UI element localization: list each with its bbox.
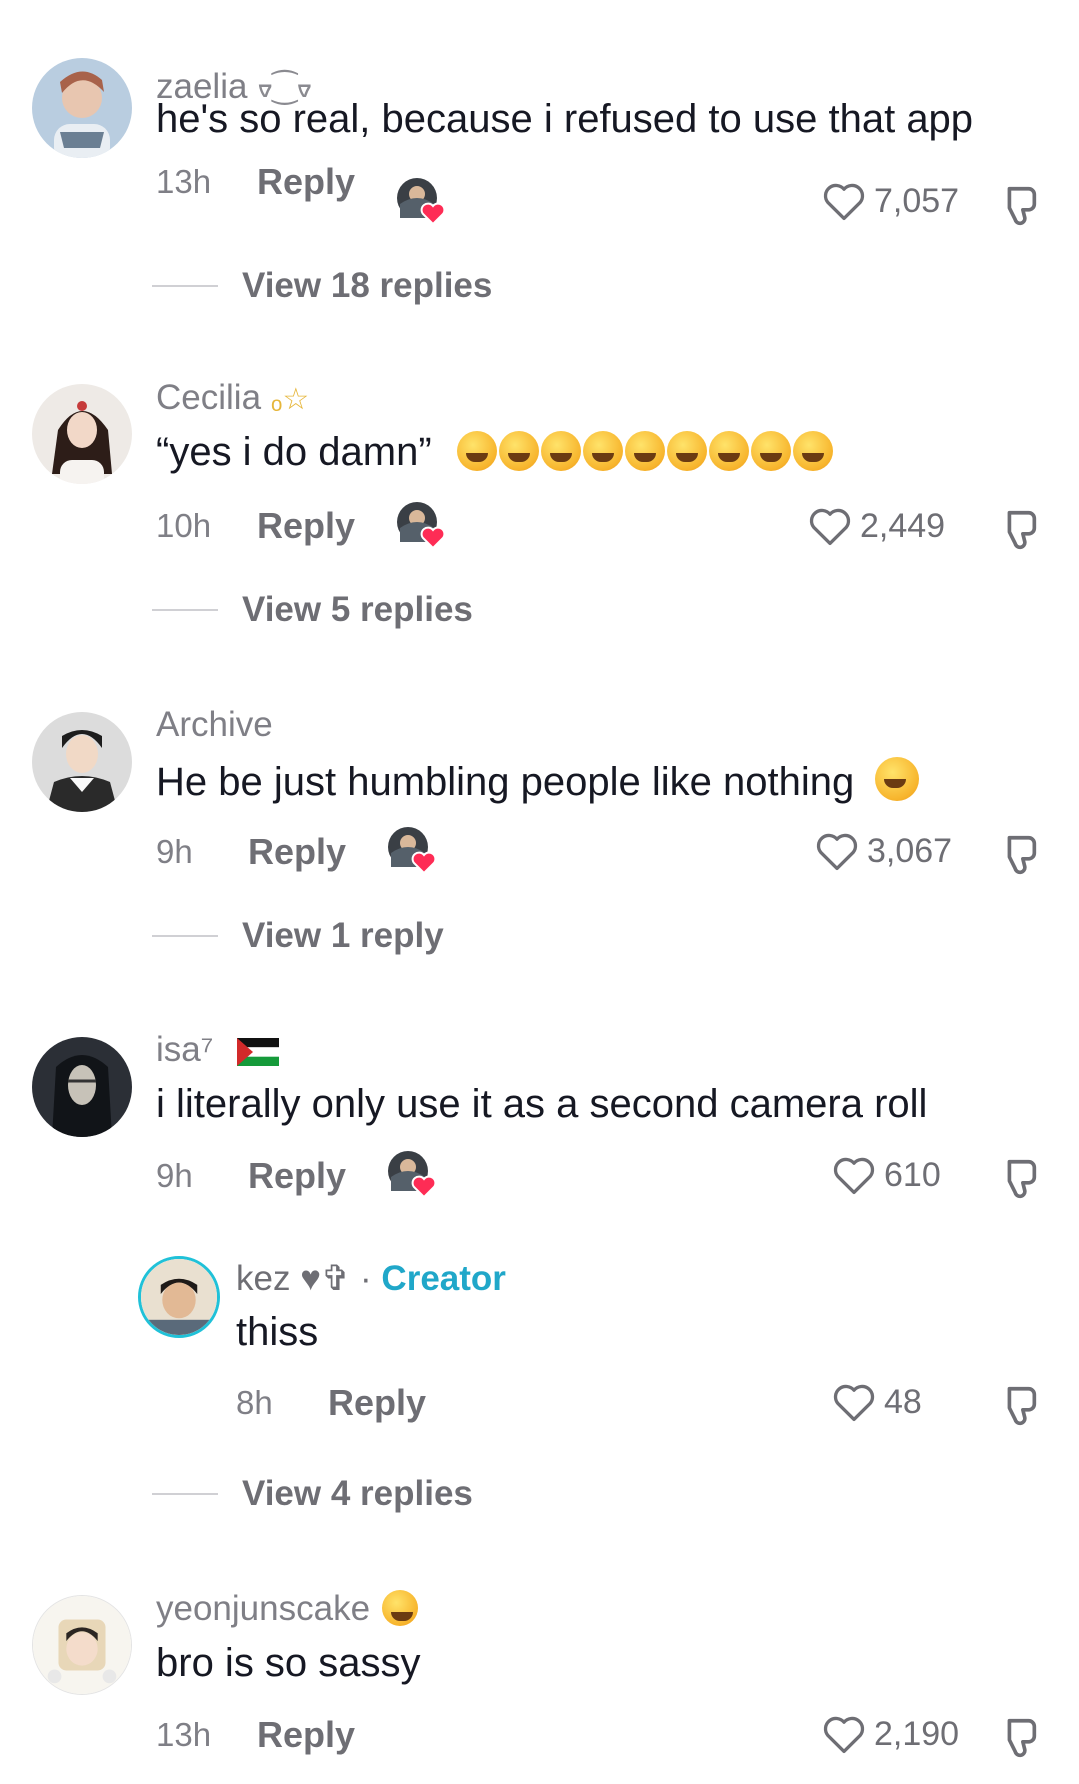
avatar[interactable] bbox=[32, 712, 132, 812]
creator-avatar[interactable] bbox=[138, 1256, 220, 1338]
view-replies-label[interactable]: View 18 replies bbox=[242, 266, 492, 306]
divider-line bbox=[152, 609, 218, 611]
creator-liked-icon bbox=[388, 827, 437, 875]
creator-badge: Creator bbox=[381, 1259, 506, 1298]
username[interactable]: yeonjunscake bbox=[156, 1589, 418, 1629]
dislike-icon[interactable] bbox=[996, 506, 1042, 554]
creator-username[interactable]: kez ♥✞ · Creator bbox=[236, 1259, 506, 1299]
like-count: 2,449 bbox=[860, 506, 946, 545]
comment-text-body: He be just humbling people like nothing bbox=[156, 760, 855, 804]
username-text[interactable]: Cecilia bbox=[156, 378, 261, 417]
like-count: 7,057 bbox=[874, 181, 960, 220]
like-count: 3,067 bbox=[867, 831, 953, 870]
like-count: 610 bbox=[884, 1155, 941, 1194]
username[interactable]: Archive bbox=[156, 705, 273, 745]
view-replies-button[interactable]: View 18 replies bbox=[152, 266, 492, 306]
heart-outline-icon[interactable] bbox=[822, 180, 866, 222]
username-text[interactable]: yeonjunscake bbox=[156, 1589, 370, 1628]
like-group[interactable]: 2,449 bbox=[808, 505, 945, 547]
like-group[interactable]: 7,057 bbox=[822, 180, 959, 222]
view-replies-button[interactable]: View 5 replies bbox=[152, 590, 473, 630]
view-replies-label[interactable]: View 1 reply bbox=[242, 916, 444, 956]
dislike-icon[interactable] bbox=[996, 1382, 1042, 1430]
comment-text: i literally only use it as a second came… bbox=[156, 1082, 928, 1126]
view-replies-button[interactable]: View 4 replies bbox=[152, 1474, 473, 1514]
avatar[interactable] bbox=[32, 1595, 132, 1695]
like-count: 2,190 bbox=[874, 1714, 960, 1753]
comment-time: 13h bbox=[156, 1716, 212, 1753]
view-replies-button[interactable]: View 1 reply bbox=[152, 916, 444, 956]
heart-outline-icon[interactable] bbox=[832, 1154, 876, 1196]
like-group[interactable]: 2,190 bbox=[822, 1713, 959, 1755]
divider-line bbox=[152, 285, 218, 287]
divider-line bbox=[152, 935, 218, 937]
avatar[interactable] bbox=[32, 384, 132, 484]
rofl-emoji bbox=[624, 431, 665, 471]
username[interactable]: isa⁷ bbox=[156, 1030, 280, 1070]
creator-liked-icon bbox=[397, 502, 446, 550]
username[interactable]: Cecilia ₒ☆ bbox=[156, 378, 309, 418]
heart-outline-icon[interactable] bbox=[832, 1381, 876, 1423]
comment-time: 10h bbox=[156, 507, 212, 544]
separator-dot: · bbox=[360, 1259, 372, 1298]
dislike-icon[interactable] bbox=[996, 1714, 1042, 1762]
rofl-emoji bbox=[498, 431, 539, 471]
like-group[interactable]: 48 bbox=[832, 1381, 922, 1423]
dislike-icon[interactable] bbox=[996, 831, 1042, 879]
rofl-emoji bbox=[582, 431, 623, 471]
reply-button[interactable]: Reply bbox=[328, 1382, 426, 1424]
comment-time: 13h bbox=[156, 163, 212, 200]
comment-text-body: “yes i do damn” bbox=[156, 430, 432, 474]
heart-outline-icon[interactable] bbox=[822, 1713, 866, 1755]
palestine-flag-icon bbox=[237, 1037, 280, 1066]
rofl-emoji bbox=[456, 431, 497, 471]
dislike-icon[interactable] bbox=[996, 1155, 1042, 1203]
like-group[interactable]: 3,067 bbox=[815, 830, 952, 872]
comment-text: he's so real, because i refused to use t… bbox=[156, 97, 974, 141]
yum-emoji bbox=[381, 1590, 418, 1626]
comment-time: 9h bbox=[156, 1157, 193, 1194]
creator-liked-icon bbox=[397, 178, 446, 226]
like-count: 48 bbox=[884, 1382, 922, 1421]
rofl-emoji bbox=[750, 431, 791, 471]
reply-button[interactable]: Reply bbox=[257, 1714, 355, 1756]
divider-line bbox=[152, 1493, 218, 1495]
reply-button[interactable]: Reply bbox=[248, 831, 346, 873]
view-replies-label[interactable]: View 4 replies bbox=[242, 1474, 473, 1514]
creator-liked-icon bbox=[388, 1151, 437, 1199]
avatar[interactable] bbox=[32, 58, 132, 158]
view-replies-label[interactable]: View 5 replies bbox=[242, 590, 473, 630]
username-decoration: ₒ☆ bbox=[271, 383, 310, 416]
heart-outline-icon[interactable] bbox=[815, 830, 859, 872]
reply-button[interactable]: Reply bbox=[257, 161, 355, 203]
avatar[interactable] bbox=[32, 1037, 132, 1137]
rofl-emoji bbox=[708, 431, 749, 471]
reply-button[interactable]: Reply bbox=[257, 505, 355, 547]
comment-text: bro is so sassy bbox=[156, 1641, 421, 1685]
comment-text: He be just humbling people like nothing bbox=[156, 757, 920, 805]
comment-time: 9h bbox=[156, 833, 193, 870]
username-text[interactable]: kez ♥✞ bbox=[236, 1259, 350, 1298]
comment-text: “yes i do damn” bbox=[156, 430, 833, 475]
like-group[interactable]: 610 bbox=[832, 1154, 941, 1196]
comment-text: thiss bbox=[236, 1310, 319, 1354]
username-text[interactable]: Archive bbox=[156, 705, 273, 744]
heart-outline-icon[interactable] bbox=[808, 505, 852, 547]
joy-emoji bbox=[875, 757, 920, 801]
dislike-icon[interactable] bbox=[996, 182, 1042, 230]
rofl-emoji bbox=[540, 431, 581, 471]
reply-button[interactable]: Reply bbox=[248, 1155, 346, 1197]
comment-time: 8h bbox=[236, 1384, 273, 1421]
rofl-emoji bbox=[666, 431, 707, 471]
rofl-emoji-row bbox=[455, 430, 833, 474]
username-text[interactable]: isa⁷ bbox=[156, 1030, 213, 1069]
rofl-emoji bbox=[792, 431, 833, 471]
